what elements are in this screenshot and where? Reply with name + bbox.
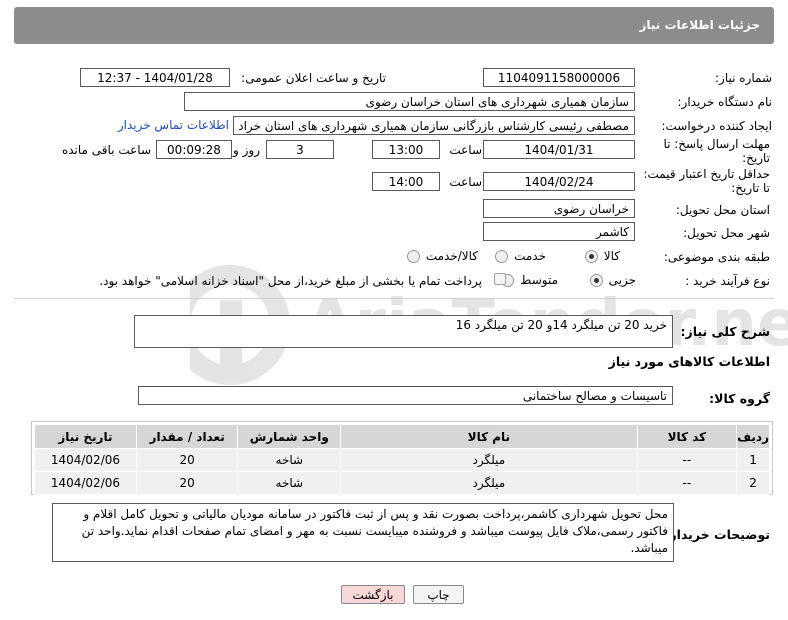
purchase-option-minor[interactable]: جزیی — [589, 273, 636, 287]
deadline-time-label: ساعت — [449, 143, 482, 157]
province-field[interactable]: خراسان رضوی — [483, 199, 635, 218]
category-option-goods-service[interactable]: کالا/خدمت — [406, 249, 478, 263]
cell-unit: شاخه — [237, 448, 342, 472]
category-label: طبقه بندی موضوعی: — [663, 250, 770, 264]
deadline-label-2: تاریخ: — [742, 151, 770, 165]
goods-section-title: اطلاعات کالاهای مورد نیاز — [608, 354, 770, 369]
buyer-notes-field[interactable]: محل تحویل شهرداری کاشمر،پرداخت بصورت نقد… — [52, 503, 674, 562]
remaining-time-field[interactable]: 00:09:28 — [156, 140, 232, 159]
need-number-label: شماره نیاز: — [715, 71, 772, 85]
buyer-notes-label: توضیحات خریدار: — [664, 527, 770, 542]
cell-unit: شاخه — [237, 471, 342, 495]
treasury-checkbox[interactable] — [494, 273, 506, 285]
price-valid-label-1: حداقل تاریخ اعتبار قیمت: — [643, 167, 770, 181]
summary-label: شرح کلی نیاز: — [680, 324, 770, 339]
divider — [14, 298, 774, 299]
header-panel: جزئیات اطلاعات نیاز — [14, 7, 774, 44]
table-header-row: ردیف کد کالا نام کالا واحد شمارش تعداد /… — [34, 424, 770, 449]
buyer-org-label: نام دستگاه خریدار: — [677, 95, 773, 109]
creator-label: ایجاد کننده درخواست: — [661, 119, 772, 133]
cell-qty: 20 — [135, 471, 239, 495]
price-valid-label-2: تا تاریخ: — [731, 181, 770, 195]
goods-group-label: گروه کالا: — [709, 391, 770, 406]
contact-info-link[interactable]: اطلاعات تماس خریدار — [118, 118, 229, 132]
radio-checked-icon[interactable] — [589, 273, 603, 287]
cell-name: میلگرد — [340, 471, 638, 495]
print-button[interactable]: چاپ — [413, 585, 464, 604]
purchase-option-medium[interactable]: متوسط — [501, 273, 558, 287]
category-option-goods[interactable]: کالا — [584, 249, 620, 263]
col-qty: تعداد / مقدار — [135, 424, 239, 449]
col-row: ردیف — [736, 424, 770, 449]
cell-name: میلگرد — [340, 448, 638, 472]
summary-field[interactable]: خرید 20 تن میلگرد 14و 20 تن میلگرد 16 — [134, 315, 673, 348]
days-label: روز و — [233, 143, 260, 157]
remaining-time-label: ساعت باقی مانده — [61, 143, 151, 157]
col-code: کد کالا — [636, 424, 738, 449]
cell-row: 2 — [736, 471, 770, 495]
radio-icon[interactable] — [406, 249, 420, 263]
cell-code: -- — [636, 448, 738, 472]
treasury-note: پرداخت تمام یا بخشی از مبلغ خرید،از محل … — [99, 274, 482, 288]
price-valid-date-field[interactable]: 1404/02/24 — [483, 172, 635, 191]
days-field[interactable]: 3 — [266, 140, 334, 159]
table-row[interactable]: 1 -- میلگرد شاخه 20 1404/02/06 — [34, 448, 770, 472]
need-number-field[interactable]: 1104091158000006 — [483, 68, 635, 87]
goods-table: ردیف کد کالا نام کالا واحد شمارش تعداد /… — [34, 424, 770, 495]
province-label: استان محل تحویل: — [675, 203, 770, 217]
cell-code: -- — [636, 471, 738, 495]
page-title: جزئیات اطلاعات نیاز — [639, 18, 760, 32]
city-label: شهر محل تحویل: — [683, 226, 770, 240]
purchase-type-label: نوع فرآیند خرید : — [685, 274, 770, 288]
cell-date: 1404/02/06 — [34, 471, 137, 495]
col-date: تاریخ نیاز — [34, 424, 137, 449]
deadline-date-field[interactable]: 1404/01/31 — [483, 140, 635, 159]
announce-label: تاریخ و ساعت اعلان عمومی: — [241, 71, 386, 85]
cell-date: 1404/02/06 — [34, 448, 137, 472]
goods-group-field[interactable]: تاسیسات و مصالح ساختمانی — [138, 386, 673, 405]
col-unit: واحد شمارش — [237, 424, 342, 449]
announce-field[interactable]: 1404/01/28 - 12:37 — [80, 68, 230, 87]
city-field[interactable]: کاشمر — [483, 222, 635, 241]
table-row[interactable]: 2 -- میلگرد شاخه 20 1404/02/06 — [34, 471, 770, 495]
price-valid-time-field[interactable]: 14:00 — [372, 172, 440, 191]
radio-checked-icon[interactable] — [584, 249, 598, 263]
price-valid-time-label: ساعت — [449, 175, 482, 189]
deadline-time-field[interactable]: 13:00 — [372, 140, 440, 159]
cell-qty: 20 — [135, 448, 239, 472]
deadline-label-1: مهلت ارسال پاسخ: تا — [663, 137, 770, 151]
col-name: نام کالا — [340, 424, 638, 449]
back-button[interactable]: بازگشت — [341, 585, 405, 604]
buyer-org-field[interactable]: سازمان همیاری شهرداری های استان خراسان ر… — [184, 92, 635, 111]
category-option-service[interactable]: خدمت — [495, 249, 546, 263]
radio-icon[interactable] — [495, 249, 509, 263]
cell-row: 1 — [736, 448, 770, 472]
creator-field[interactable]: مصطفی رئیسی کارشناس بازرگانی سازمان همیا… — [233, 116, 635, 135]
